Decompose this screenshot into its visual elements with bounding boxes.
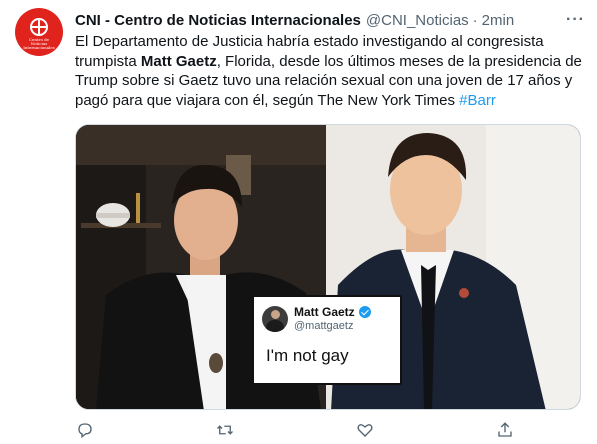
retweet-icon [217, 425, 233, 435]
verified-badge-icon [358, 306, 371, 318]
quoted-tweet-card: Matt Gaetz @mattgaetz I'm not gay [252, 295, 402, 385]
reply-icon [78, 423, 92, 439]
more-options-icon[interactable]: ··· [566, 11, 585, 29]
hashtag-link[interactable]: #Barr [459, 92, 496, 109]
separator-dot: · [472, 11, 478, 29]
tweet-header: CNI - Centro de Noticias Internacionales… [75, 10, 585, 30]
share-button[interactable] [495, 420, 515, 440]
tweet-text-bold: Matt Gaetz [140, 52, 217, 70]
tweet-actions-bar [75, 418, 515, 442]
timestamp[interactable]: 2min [482, 12, 515, 29]
quoted-handle: @mattgaetz [294, 320, 354, 332]
like-icon [357, 424, 373, 437]
tweet-photo[interactable]: Matt Gaetz @mattgaetz I'm not gay [75, 124, 581, 410]
quoted-display-name: Matt Gaetz [294, 305, 355, 319]
user-handle[interactable]: @CNI_Noticias [366, 12, 469, 29]
tweet-text: El Departamento de Justicia habría estad… [75, 32, 585, 110]
reply-button[interactable] [75, 420, 95, 440]
quoted-avatar [262, 305, 288, 332]
retweet-button[interactable] [215, 420, 235, 440]
avatar-logo-text: Centro de Noticias Internacionales [23, 37, 55, 50]
like-button[interactable] [355, 420, 375, 440]
quoted-text: I'm not gay [266, 346, 349, 365]
display-name[interactable]: CNI - Centro de Noticias Internacionales [75, 12, 361, 29]
globe-icon [30, 18, 48, 36]
account-avatar[interactable]: Centro de Noticias Internacionales [15, 8, 63, 56]
share-icon [498, 422, 512, 437]
